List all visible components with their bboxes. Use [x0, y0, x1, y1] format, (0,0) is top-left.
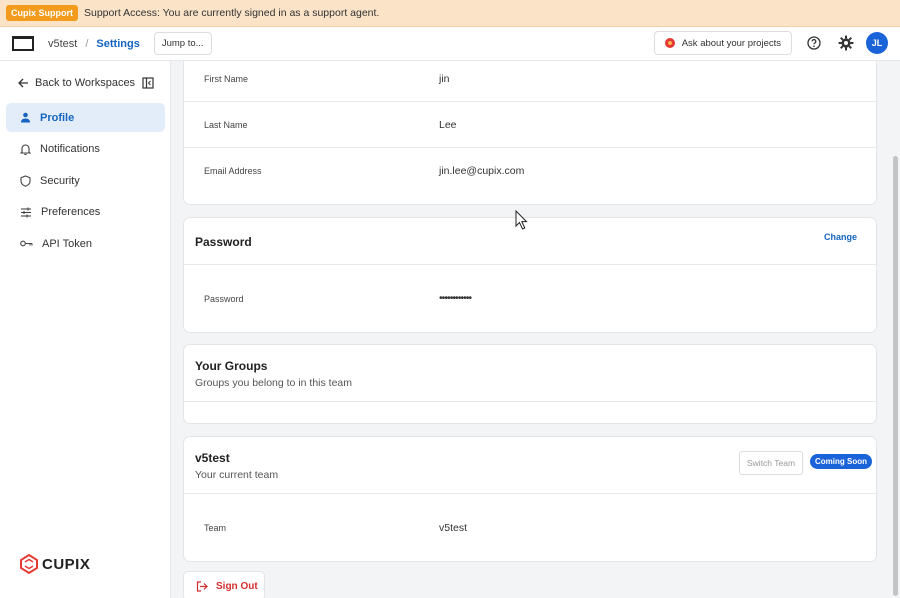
last-name-value[interactable]: Lee: [439, 119, 457, 131]
groups-title: Your Groups: [195, 359, 268, 373]
mouse-cursor-icon: [515, 210, 528, 230]
team-subtitle: Your current team: [195, 469, 279, 481]
sign-out-button[interactable]: Sign Out: [183, 571, 265, 598]
cupix-logo-icon: [20, 554, 38, 574]
password-title: Password: [195, 235, 252, 249]
sign-out-icon: [196, 580, 208, 592]
jump-to-button[interactable]: Jump to...: [153, 32, 212, 55]
team-value: v5test: [439, 522, 468, 534]
back-to-workspaces-label: Back to Workspaces: [35, 77, 136, 89]
ai-assistant-icon: [664, 38, 675, 48]
scrollbar-thumb[interactable]: [893, 156, 898, 596]
back-to-workspaces-link[interactable]: Back to Workspaces: [18, 77, 135, 89]
groups-card: Your Groups Groups you belong to in this…: [183, 344, 877, 424]
top-bar: v5test / Settings Jump to... Ask about y…: [0, 27, 900, 61]
breadcrumb-workspace[interactable]: v5test: [48, 38, 77, 50]
first-name-label: First Name: [204, 74, 249, 84]
breadcrumb-current: Settings: [96, 37, 140, 50]
arrow-left-icon: [18, 78, 28, 88]
sidebar-item-preferences[interactable]: Preferences: [6, 198, 165, 227]
settings-sidebar: Back to Workspaces Profile Notifications…: [0, 61, 171, 598]
sidebar-item-profile[interactable]: Profile: [6, 103, 165, 132]
help-icon: [807, 36, 821, 50]
last-name-label: Last Name: [204, 120, 248, 130]
cupix-logo: CUPIX: [19, 554, 90, 574]
password-card: Password Change Password ••••••••••••: [183, 217, 877, 333]
sidebar-item-label: Preferences: [41, 206, 101, 218]
ask-projects-label: Ask about your projects: [681, 37, 781, 49]
switch-team-button[interactable]: Switch Team: [739, 451, 804, 475]
sidebar-item-security[interactable]: Security: [6, 166, 165, 195]
person-icon: [21, 112, 30, 123]
shield-icon: [20, 174, 31, 187]
sidebar-item-notifications[interactable]: Notifications: [6, 135, 165, 164]
gear-icon: [838, 35, 854, 51]
sidebar-item-label: Security: [40, 174, 80, 187]
settings-main: First Name jin Last Name Lee Email Addre…: [172, 61, 891, 598]
sign-out-label: Sign Out: [216, 580, 258, 592]
help-button[interactable]: [802, 31, 826, 55]
team-card: v5test Your current team Switch Team Com…: [183, 436, 877, 562]
profile-card: First Name jin Last Name Lee Email Addre…: [183, 61, 877, 205]
settings-nav: Profile Notifications Security Preferenc…: [6, 103, 165, 261]
divider: [184, 493, 876, 494]
sidebar-collapse-icon[interactable]: [142, 77, 154, 89]
password-value: ••••••••••••: [439, 292, 472, 304]
support-banner-text: Support Access: You are currently signed…: [84, 7, 380, 19]
divider: [184, 401, 876, 402]
first-name-value[interactable]: jin: [439, 73, 450, 85]
brand-name: CUPIX: [42, 555, 91, 573]
groups-subtitle: Groups you belong to in this team: [195, 377, 353, 389]
main-scrollbar[interactable]: [891, 61, 900, 598]
sidebar-item-api-token[interactable]: API Token: [6, 229, 165, 258]
ask-projects-button[interactable]: Ask about your projects: [653, 31, 792, 55]
support-banner: Cupix Support Support Access: You are cu…: [0, 0, 900, 27]
divider: [184, 264, 876, 265]
breadcrumb-separator: /: [85, 37, 89, 50]
user-avatar[interactable]: JL: [866, 32, 888, 54]
email-label: Email Address: [204, 166, 262, 176]
key-icon: [20, 240, 33, 247]
last-name-row: Last Name Lee: [184, 102, 876, 148]
sidebar-item-label: API Token: [42, 237, 92, 250]
support-badge: Cupix Support: [6, 5, 78, 21]
settings-button[interactable]: [834, 31, 858, 55]
first-name-row: First Name jin: [184, 61, 876, 102]
team-title: v5test: [195, 451, 230, 465]
change-password-link[interactable]: Change: [824, 232, 857, 242]
team-label: Team: [204, 523, 227, 533]
coming-soon-badge: Coming Soon: [810, 454, 872, 469]
bell-icon: [20, 144, 31, 155]
email-row: Email Address jin.lee@cupix.com: [184, 148, 876, 204]
sidebar-item-label: Notifications: [40, 143, 100, 155]
password-label: Password: [204, 294, 244, 304]
sliders-icon: [21, 207, 31, 217]
sidebar-item-label: Profile: [40, 111, 75, 124]
app-logo-icon[interactable]: [12, 36, 34, 51]
email-value[interactable]: jin.lee@cupix.com: [439, 165, 524, 177]
